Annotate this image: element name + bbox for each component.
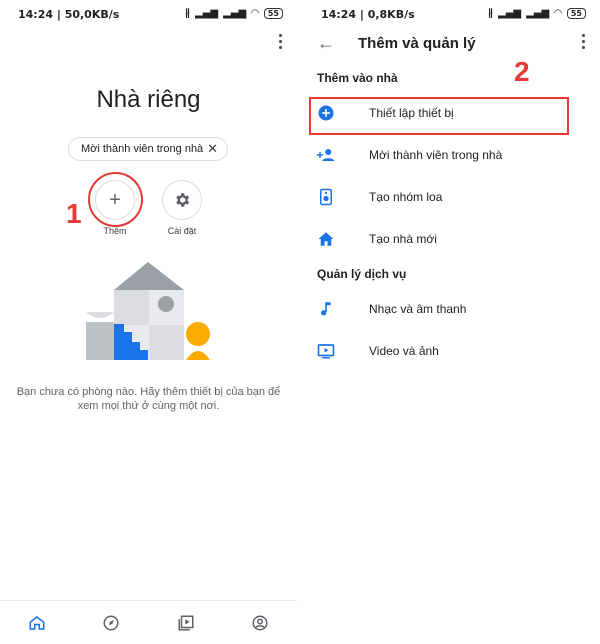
settings-button[interactable]: Cài đặt bbox=[157, 180, 207, 236]
wifi-icon: ◠ bbox=[251, 8, 259, 19]
wifi-icon: ◠ bbox=[554, 8, 562, 19]
home-icon bbox=[316, 229, 336, 249]
gear-icon bbox=[162, 180, 202, 220]
add-label: Thêm bbox=[103, 226, 127, 236]
settings-label: Cài đặt bbox=[167, 226, 197, 236]
menu-item-label: Video và ảnh bbox=[369, 344, 439, 358]
invite-member-chip[interactable]: Mời thành viên trong nhà ✕ bbox=[68, 137, 228, 161]
status-icons: ∦ ▂▄▆ ▂▄▆ ◠ 55 bbox=[185, 8, 283, 19]
menu-item-label: Nhạc và âm thanh bbox=[369, 302, 467, 316]
menu-item-invite-member[interactable]: Mời thành viên trong nhà bbox=[303, 135, 600, 177]
battery-icon: 55 bbox=[263, 8, 283, 19]
menu-item-label: Mời thành viên trong nhà bbox=[369, 148, 503, 162]
home-icon[interactable] bbox=[25, 611, 49, 635]
highlight-box bbox=[309, 97, 569, 135]
signal-icon: ▂▄▆ bbox=[223, 8, 247, 19]
right-screen: 14:24 | 0,8KB/s ∦ ▂▄▆ ▂▄▆ ◠ 55 ← Thêm và… bbox=[303, 0, 600, 644]
chip-label: Mời thành viên trong nhà bbox=[81, 143, 204, 155]
video-icon bbox=[316, 341, 336, 361]
empty-home-illustration bbox=[86, 262, 210, 360]
compass-icon[interactable] bbox=[99, 611, 123, 635]
person-add-icon bbox=[316, 145, 336, 165]
empty-state-text: Bạn chưa có phòng nào. Hãy thêm thiết bị… bbox=[16, 386, 281, 412]
bottom-navigation bbox=[0, 600, 297, 644]
status-bar: 14:24 | 50,0KB/s ∦ ▂▄▆ ▂▄▆ ◠ 55 bbox=[18, 8, 283, 22]
bluetooth-icon: ∦ bbox=[488, 8, 493, 19]
status-icons: ∦ ▂▄▆ ▂▄▆ ◠ 55 bbox=[488, 8, 586, 19]
media-icon[interactable] bbox=[174, 611, 198, 635]
more-options-icon[interactable] bbox=[277, 34, 283, 52]
step-number-1: 1 bbox=[66, 198, 82, 229]
status-time: 14:24 | 50,0KB/s bbox=[18, 8, 120, 21]
music-note-icon bbox=[316, 299, 336, 319]
menu-item-create-new-home[interactable]: Tạo nhà mới bbox=[303, 219, 600, 261]
menu-item-video-photos[interactable]: Video và ảnh bbox=[303, 331, 600, 373]
step-number-2: 2 bbox=[514, 56, 530, 87]
status-time: 14:24 | 0,8KB/s bbox=[321, 8, 415, 21]
bluetooth-icon: ∦ bbox=[185, 8, 190, 19]
menu-item-music-audio[interactable]: Nhạc và âm thanh bbox=[303, 289, 600, 331]
signal-icon: ▂▄▆ bbox=[498, 8, 522, 19]
speaker-icon bbox=[316, 187, 336, 207]
section-heading-manage: Quản lý dịch vụ bbox=[317, 267, 407, 281]
signal-icon: ▂▄▆ bbox=[526, 8, 550, 19]
status-bar: 14:24 | 0,8KB/s ∦ ▂▄▆ ▂▄▆ ◠ 55 bbox=[321, 8, 586, 22]
menu-item-label: Tạo nhóm loa bbox=[369, 190, 443, 204]
account-icon[interactable] bbox=[248, 611, 272, 635]
close-icon[interactable]: ✕ bbox=[207, 141, 218, 157]
left-screen: 14:24 | 50,0KB/s ∦ ▂▄▆ ▂▄▆ ◠ 55 Nhà riên… bbox=[0, 0, 297, 644]
highlight-circle bbox=[88, 172, 143, 227]
page-title: Thêm và quản lý bbox=[358, 35, 476, 52]
more-options-icon[interactable] bbox=[580, 34, 586, 52]
battery-icon: 55 bbox=[566, 8, 586, 19]
menu-item-create-speaker-group[interactable]: Tạo nhóm loa bbox=[303, 177, 600, 219]
signal-icon: ▂▄▆ bbox=[195, 8, 219, 19]
menu-item-label: Tạo nhà mới bbox=[369, 232, 437, 246]
section-heading-add: Thêm vào nhà bbox=[317, 71, 398, 85]
back-arrow-icon[interactable]: ← bbox=[317, 33, 335, 54]
page-title: Nhà riêng bbox=[96, 86, 201, 113]
